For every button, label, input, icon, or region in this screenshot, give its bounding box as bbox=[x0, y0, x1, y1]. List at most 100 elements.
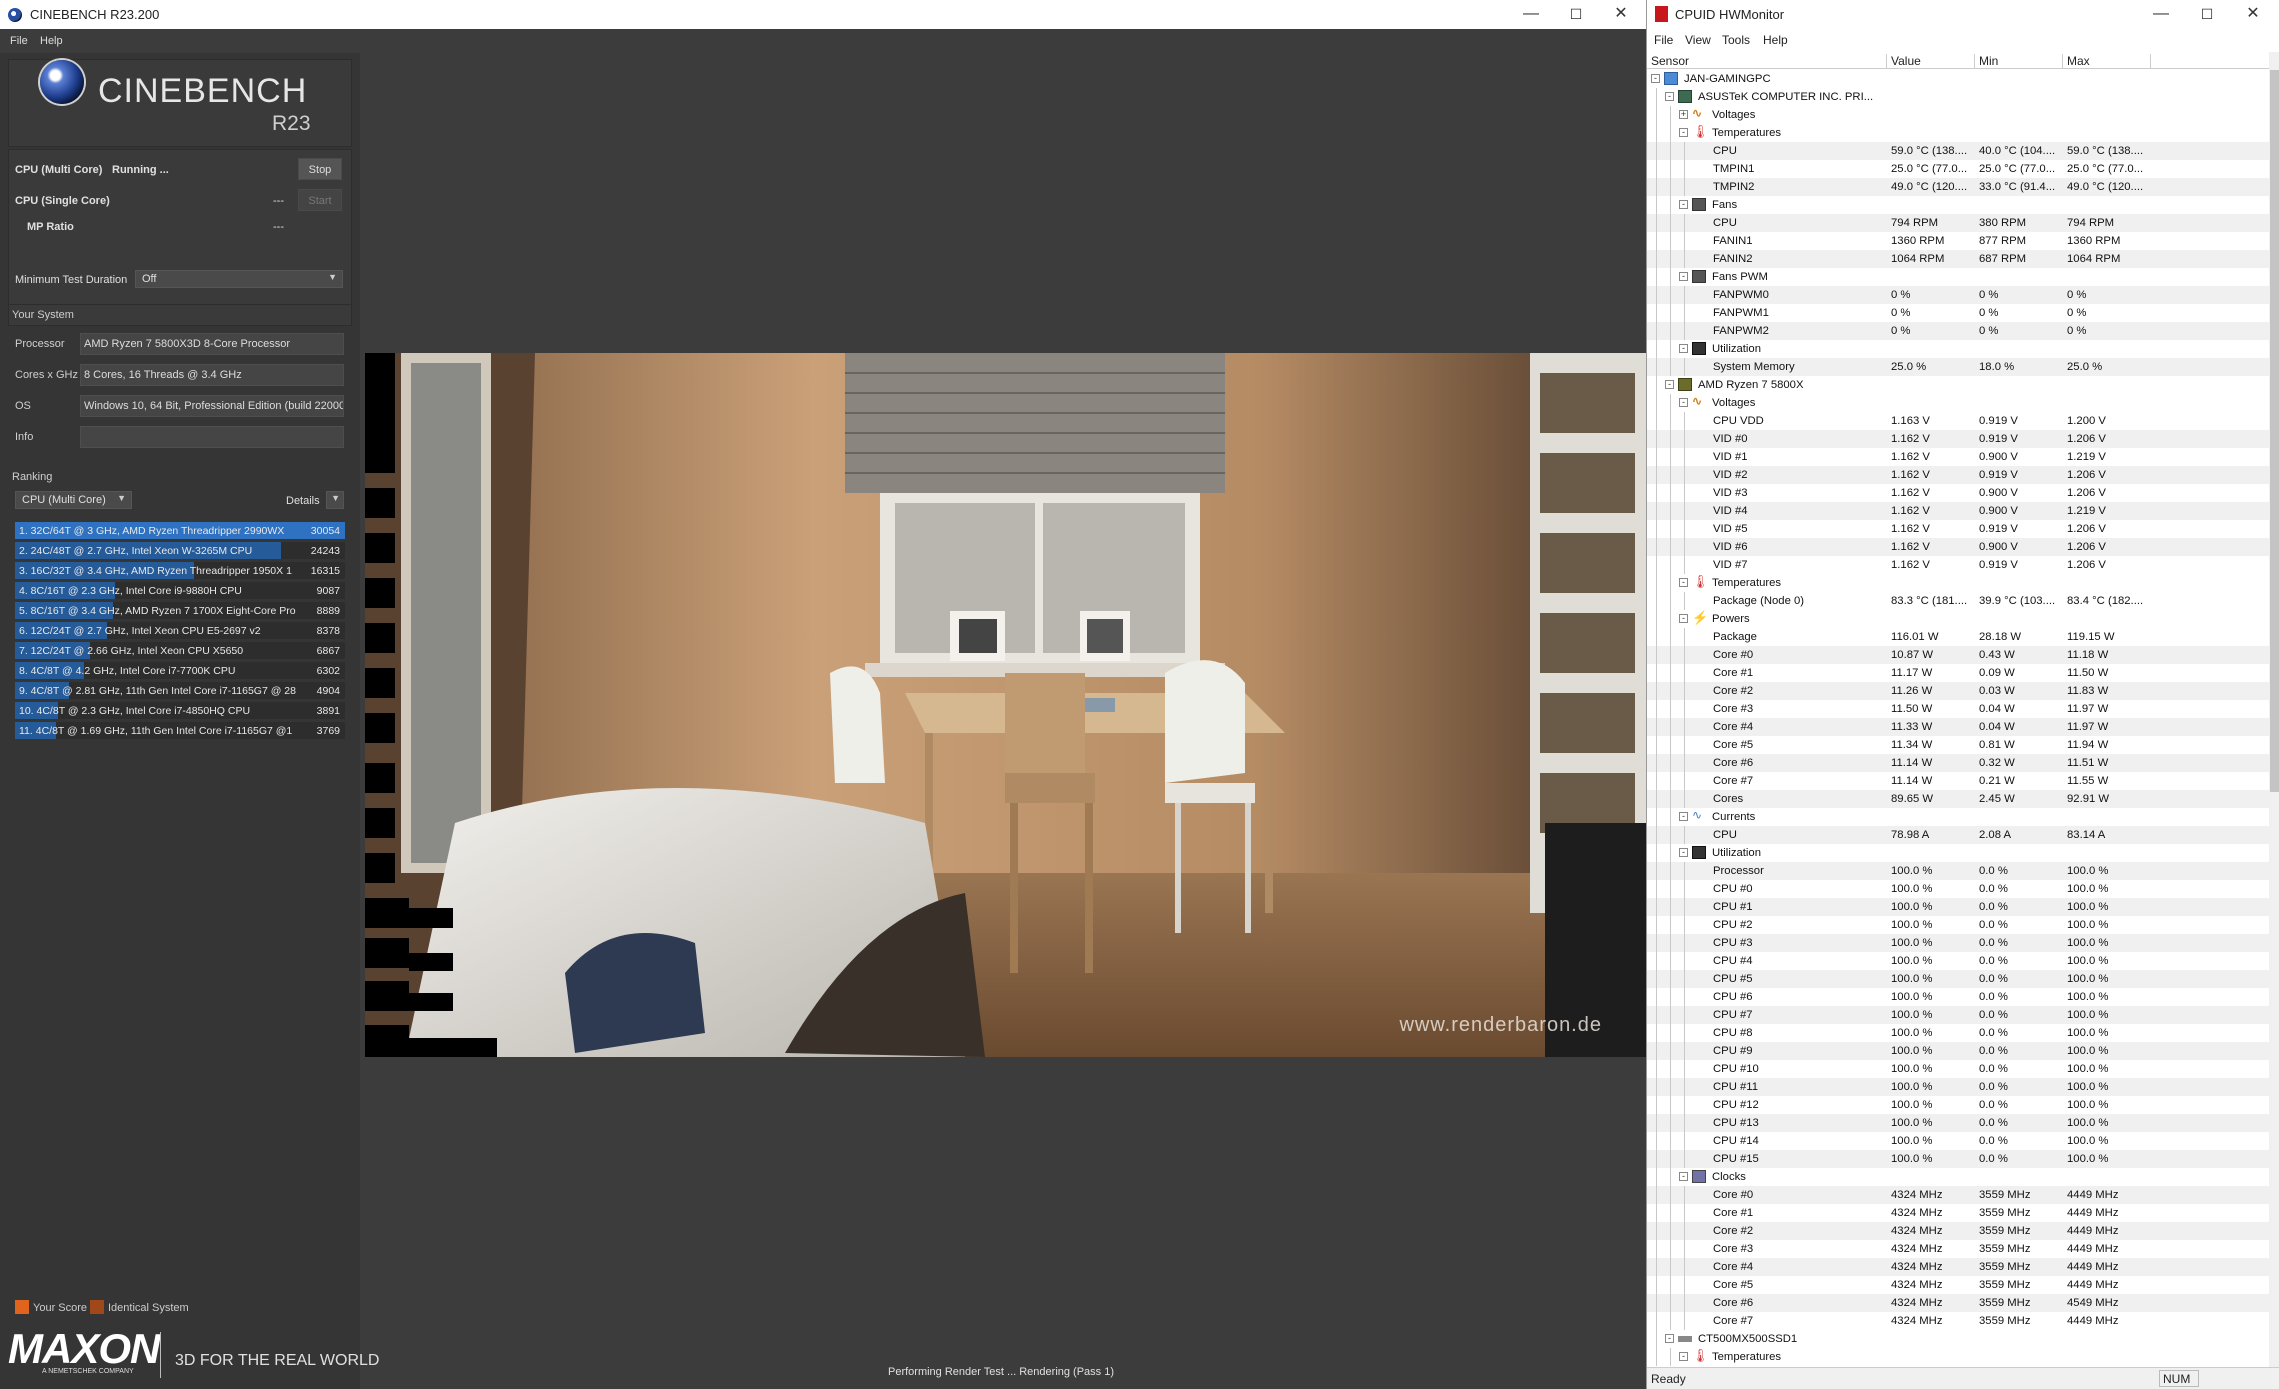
sensor-row[interactable]: Core #7 4324 MHz 3559 MHz 4449 MHz bbox=[1647, 1312, 2269, 1330]
sensor-row[interactable]: CPU #2 100.0 % 0.0 % 100.0 % bbox=[1647, 916, 2269, 934]
sensor-group-row[interactable]: - Utilization bbox=[1647, 340, 2269, 358]
scrollbar-thumb[interactable] bbox=[2270, 70, 2279, 792]
sensor-row[interactable]: Core #7 11.14 W 0.21 W 11.55 W bbox=[1647, 772, 2269, 790]
sensor-row[interactable]: Core #0 10.87 W 0.43 W 11.18 W bbox=[1647, 646, 2269, 664]
sensor-row[interactable]: VID #5 1.162 V 0.919 V 1.206 V bbox=[1647, 520, 2269, 538]
sensor-row[interactable]: FANIN2 1064 RPM 687 RPM 1064 RPM bbox=[1647, 250, 2269, 268]
menu-view[interactable]: View bbox=[1685, 33, 1711, 47]
collapse-icon[interactable]: - bbox=[1651, 74, 1660, 83]
expand-icon[interactable]: + bbox=[1679, 110, 1688, 119]
menu-file[interactable]: File bbox=[10, 35, 28, 47]
sensor-group-row[interactable]: - ∿ Currents bbox=[1647, 808, 2269, 826]
ranking-row[interactable]: 11. 4C/8T @ 1.69 GHz, 11th Gen Intel Cor… bbox=[15, 722, 345, 739]
sensor-row[interactable]: CPU #6 100.0 % 0.0 % 100.0 % bbox=[1647, 988, 2269, 1006]
sensor-row[interactable]: FANPWM0 0 % 0 % 0 % bbox=[1647, 286, 2269, 304]
sensor-row[interactable]: FANIN1 1360 RPM 877 RPM 1360 RPM bbox=[1647, 232, 2269, 250]
sensor-row[interactable]: Core #5 4324 MHz 3559 MHz 4449 MHz bbox=[1647, 1276, 2269, 1294]
sensor-row[interactable]: TMPIN1 25.0 °C (77.0... 25.0 °C (77.0... 25… bbox=[1647, 160, 2269, 178]
collapse-icon[interactable]: - bbox=[1679, 398, 1688, 407]
sensor-row[interactable]: CPU #12 100.0 % 0.0 % 100.0 % bbox=[1647, 1096, 2269, 1114]
close-icon[interactable]: ✕ bbox=[1598, 3, 1644, 27]
sensor-row[interactable]: Core #5 11.34 W 0.81 W 11.94 W bbox=[1647, 736, 2269, 754]
sensor-row[interactable]: Core #2 11.26 W 0.03 W 11.83 W bbox=[1647, 682, 2269, 700]
menu-tools[interactable]: Tools bbox=[1722, 33, 1750, 47]
minimize-icon[interactable]: — bbox=[2138, 3, 2184, 27]
sensor-row[interactable]: VID #4 1.162 V 0.900 V 1.219 V bbox=[1647, 502, 2269, 520]
os-field[interactable]: Windows 10, 64 Bit, Professional Edition… bbox=[80, 395, 344, 417]
collapse-icon[interactable]: - bbox=[1679, 272, 1688, 281]
sensor-row[interactable]: VID #1 1.162 V 0.900 V 1.219 V bbox=[1647, 448, 2269, 466]
ranking-row[interactable]: 3. 16C/32T @ 3.4 GHz, AMD Ryzen Threadri… bbox=[15, 562, 345, 579]
sensor-row[interactable]: CPU #10 100.0 % 0.0 % 100.0 % bbox=[1647, 1060, 2269, 1078]
sensor-row[interactable]: VID #0 1.162 V 0.919 V 1.206 V bbox=[1647, 430, 2269, 448]
cinebench-titlebar[interactable]: CINEBENCH R23.200 — ☐ ✕ bbox=[0, 0, 1646, 29]
sensor-row[interactable]: CPU 794 RPM 380 RPM 794 RPM bbox=[1647, 214, 2269, 232]
details-toggle[interactable]: ▼ bbox=[326, 491, 344, 509]
stop-button[interactable]: Stop bbox=[298, 158, 342, 180]
sensor-row[interactable]: CPU 78.98 A 2.08 A 83.14 A bbox=[1647, 826, 2269, 844]
ranking-row[interactable]: 7. 12C/24T @ 2.66 GHz, Intel Xeon CPU X5… bbox=[15, 642, 345, 659]
sensor-row[interactable]: VID #2 1.162 V 0.919 V 1.206 V bbox=[1647, 466, 2269, 484]
close-icon[interactable]: ✕ bbox=[2230, 3, 2276, 27]
sensor-row[interactable]: Package (Node 0) 83.3 °C (181.... 39.9 °C … bbox=[1647, 592, 2269, 610]
details-label[interactable]: Details bbox=[286, 495, 320, 507]
sensor-row[interactable]: CPU #8 100.0 % 0.0 % 100.0 % bbox=[1647, 1024, 2269, 1042]
sensor-row[interactable]: Core #4 4324 MHz 3559 MHz 4449 MHz bbox=[1647, 1258, 2269, 1276]
sensor-row[interactable]: VID #6 1.162 V 0.900 V 1.206 V bbox=[1647, 538, 2269, 556]
sensor-row[interactable]: CPU 59.0 °C (138.... 40.0 °C (104.... 59.0 … bbox=[1647, 142, 2269, 160]
ranking-row[interactable]: 10. 4C/8T @ 2.3 GHz, Intel Core i7-4850H… bbox=[15, 702, 345, 719]
sensor-row[interactable]: Core #0 4324 MHz 3559 MHz 4449 MHz bbox=[1647, 1186, 2269, 1204]
sensor-group-row[interactable]: - Utilization bbox=[1647, 844, 2269, 862]
menu-help[interactable]: Help bbox=[40, 35, 63, 47]
collapse-icon[interactable]: - bbox=[1665, 92, 1674, 101]
sensor-row[interactable]: System Memory 25.0 % 18.0 % 25.0 % bbox=[1647, 358, 2269, 376]
cores-field[interactable]: 8 Cores, 16 Threads @ 3.4 GHz bbox=[80, 364, 344, 386]
start-button[interactable]: Start bbox=[298, 189, 342, 211]
col-min[interactable]: Min bbox=[1975, 54, 2063, 69]
sensor-row[interactable]: FANPWM2 0 % 0 % 0 % bbox=[1647, 322, 2269, 340]
maximize-icon[interactable]: ☐ bbox=[1553, 3, 1599, 27]
sensor-tree[interactable]: - JAN-GAMINGPC - ASUSTeK COMPUTER INC. PRI.… bbox=[1647, 70, 2269, 1367]
ranking-row[interactable]: 6. 12C/24T @ 2.7 GHz, Intel Xeon CPU E5-… bbox=[15, 622, 345, 639]
maximize-icon[interactable]: ☐ bbox=[2184, 3, 2230, 27]
sensor-row[interactable]: FANPWM1 0 % 0 % 0 % bbox=[1647, 304, 2269, 322]
sensor-row[interactable]: Core #2 4324 MHz 3559 MHz 4449 MHz bbox=[1647, 1222, 2269, 1240]
col-value[interactable]: Value bbox=[1887, 54, 1975, 69]
collapse-icon[interactable]: - bbox=[1665, 1334, 1674, 1343]
sensor-group-row[interactable]: - Fans PWM bbox=[1647, 268, 2269, 286]
sensor-row[interactable]: Core #1 4324 MHz 3559 MHz 4449 MHz bbox=[1647, 1204, 2269, 1222]
sensor-group-row[interactable]: + ∿ Voltages bbox=[1647, 106, 2269, 124]
collapse-icon[interactable]: - bbox=[1679, 1172, 1688, 1181]
info-field[interactable] bbox=[80, 426, 344, 448]
sensor-group-row[interactable]: - AMD Ryzen 7 5800X bbox=[1647, 376, 2269, 394]
collapse-icon[interactable]: - bbox=[1679, 614, 1688, 623]
menu-help[interactable]: Help bbox=[1763, 33, 1788, 47]
ranking-row[interactable]: 2. 24C/48T @ 2.7 GHz, Intel Xeon W-3265M… bbox=[15, 542, 345, 559]
sensor-row[interactable]: Core #1 11.17 W 0.09 W 11.50 W bbox=[1647, 664, 2269, 682]
collapse-icon[interactable]: - bbox=[1679, 812, 1688, 821]
sensor-row[interactable]: CPU #9 100.0 % 0.0 % 100.0 % bbox=[1647, 1042, 2269, 1060]
sensor-row[interactable]: Cores 89.65 W 2.45 W 92.91 W bbox=[1647, 790, 2269, 808]
sensor-row[interactable]: TMPIN2 49.0 °C (120.... 33.0 °C (91.4... 49… bbox=[1647, 178, 2269, 196]
sensor-row[interactable]: CPU #15 100.0 % 0.0 % 100.0 % bbox=[1647, 1150, 2269, 1168]
col-sensor[interactable]: Sensor bbox=[1647, 54, 1887, 69]
sensor-row[interactable]: Core #4 11.33 W 0.04 W 11.97 W bbox=[1647, 718, 2269, 736]
processor-field[interactable]: AMD Ryzen 7 5800X3D 8-Core Processor bbox=[80, 333, 344, 355]
sensor-row[interactable]: CPU #4 100.0 % 0.0 % 100.0 % bbox=[1647, 952, 2269, 970]
sensor-group-row[interactable]: - ⚡ Powers bbox=[1647, 610, 2269, 628]
sensor-row[interactable]: CPU #0 100.0 % 0.0 % 100.0 % bbox=[1647, 880, 2269, 898]
sensor-row[interactable]: CPU VDD 1.163 V 0.919 V 1.200 V bbox=[1647, 412, 2269, 430]
collapse-icon[interactable]: - bbox=[1679, 200, 1688, 209]
sensor-row[interactable]: Core #6 4324 MHz 3559 MHz 4549 MHz bbox=[1647, 1294, 2269, 1312]
collapse-icon[interactable]: - bbox=[1679, 1352, 1688, 1361]
sensor-row[interactable]: CPU #14 100.0 % 0.0 % 100.0 % bbox=[1647, 1132, 2269, 1150]
ranking-row[interactable]: 4. 8C/16T @ 2.3 GHz, Intel Core i9-9880H… bbox=[15, 582, 345, 599]
sensor-group-row[interactable]: - JAN-GAMINGPC bbox=[1647, 70, 2269, 88]
ranking-row[interactable]: 9. 4C/8T @ 2.81 GHz, 11th Gen Intel Core… bbox=[15, 682, 345, 699]
sensor-row[interactable]: Package 116.01 W 28.18 W 119.15 W bbox=[1647, 628, 2269, 646]
sensor-group-row[interactable]: - Fans bbox=[1647, 196, 2269, 214]
menu-file[interactable]: File bbox=[1654, 33, 1673, 47]
sensor-row[interactable]: Core #6 11.14 W 0.32 W 11.51 W bbox=[1647, 754, 2269, 772]
sensor-group-row[interactable]: - Clocks bbox=[1647, 1168, 2269, 1186]
sensor-row[interactable]: Core #3 11.50 W 0.04 W 11.97 W bbox=[1647, 700, 2269, 718]
